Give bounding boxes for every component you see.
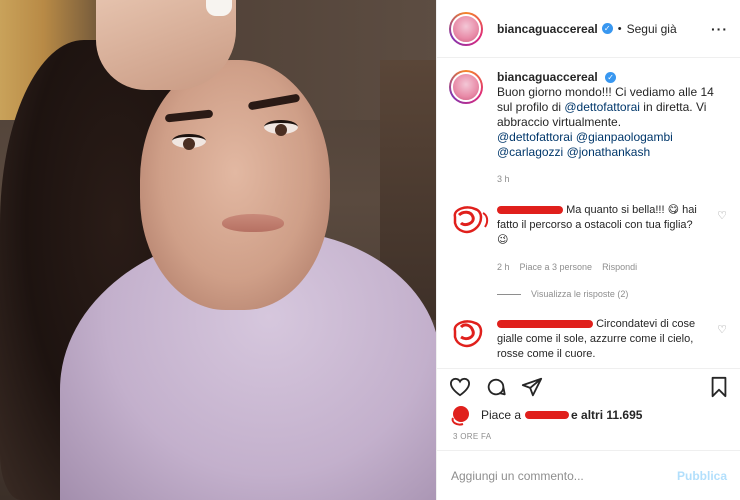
comments-list[interactable]: biancaguaccereal ✓ Buon giorno mondo!!! …	[437, 58, 740, 368]
photo-lips	[222, 214, 284, 232]
photo-eye-left	[172, 134, 206, 150]
caption: biancaguaccereal ✓ Buon giorno mondo!!! …	[449, 70, 729, 187]
comment-likes-link[interactable]: Piace a 3 persone	[520, 260, 593, 275]
save-bookmark-icon[interactable]	[709, 376, 729, 398]
redacted-avatar[interactable]	[449, 203, 489, 237]
comment-meta: 2 h Piace a 3 persone Rispondi	[497, 260, 697, 275]
redacted-username	[497, 320, 593, 329]
mention-link[interactable]: @dettofattorai	[497, 130, 573, 144]
likes-prefix: Piace a	[481, 408, 522, 422]
redacted-username	[497, 206, 563, 215]
mention-link[interactable]: @gianpaologambi	[576, 130, 673, 144]
photo-face	[140, 60, 330, 310]
post-header: biancaguaccereal ✓ • Segui già ···	[437, 0, 740, 58]
comment-body: Circondatevi di cose gialle come il sole…	[497, 317, 697, 362]
mention-link[interactable]: @carlagozzi	[497, 145, 563, 159]
redacted-liker-name	[525, 411, 570, 419]
verified-badge-icon: ✓	[601, 23, 613, 34]
comment-item: Ma quanto si bella!!! 😋 hai fatto il per…	[449, 203, 729, 275]
view-replies-label: Visualizza le risposte (2)	[531, 289, 629, 299]
comment-input[interactable]	[451, 468, 677, 483]
caption-username[interactable]: biancaguaccereal	[497, 70, 598, 84]
verified-badge-icon: ✓	[605, 72, 617, 84]
reply-button[interactable]: Rispondi	[602, 260, 637, 275]
likes-suffix[interactable]: e altri 11.695	[571, 408, 642, 422]
caption-author-avatar[interactable]	[449, 70, 483, 104]
more-horizontal-icon[interactable]: ···	[711, 21, 728, 37]
redacted-liker-avatar	[451, 406, 469, 426]
post-time-ago: 3 ORE FA	[453, 432, 492, 441]
share-paper-plane-icon[interactable]	[521, 376, 543, 398]
post-photo[interactable]	[0, 0, 436, 500]
comment-like-heart-icon[interactable]: ♡	[717, 323, 727, 336]
comment-like-heart-icon[interactable]: ♡	[717, 209, 727, 222]
action-bar	[437, 368, 740, 404]
mention-link[interactable]: @dettofattorai	[564, 100, 640, 114]
comment-body: Ma quanto si bella!!! 😋 hai fatto il per…	[497, 203, 697, 275]
instagram-post-window: biancaguaccereal ✓ • Segui già ··· bianc…	[0, 0, 740, 500]
add-comment-bar: Pubblica	[437, 450, 740, 500]
photo-eye-right	[264, 120, 298, 136]
replies-divider	[497, 293, 521, 295]
redacted-avatar[interactable]	[449, 317, 483, 351]
author-username[interactable]: biancaguaccereal	[497, 22, 598, 36]
view-replies-button[interactable]: Visualizza le risposte (2)	[497, 289, 729, 299]
following-button[interactable]: Segui già	[627, 22, 677, 36]
like-heart-icon[interactable]	[449, 377, 471, 397]
post-side-panel: biancaguaccereal ✓ • Segui già ··· bianc…	[436, 0, 740, 500]
header-separator: •	[617, 22, 622, 35]
author-avatar[interactable]	[449, 11, 483, 46]
comment-item: Circondatevi di cose gialle come il sole…	[449, 317, 729, 362]
comment-time: 2 h	[497, 262, 510, 272]
photo-ring	[206, 0, 232, 16]
publish-button[interactable]: Pubblica	[677, 469, 727, 483]
mention-link[interactable]: @jonathankash	[567, 145, 651, 159]
likes-summary[interactable]: Piace a e altri 11.695	[449, 404, 642, 426]
caption-body: biancaguaccereal ✓ Buon giorno mondo!!! …	[497, 70, 729, 187]
comment-bubble-icon[interactable]	[485, 376, 507, 398]
caption-timestamp: 3 h	[497, 174, 510, 184]
